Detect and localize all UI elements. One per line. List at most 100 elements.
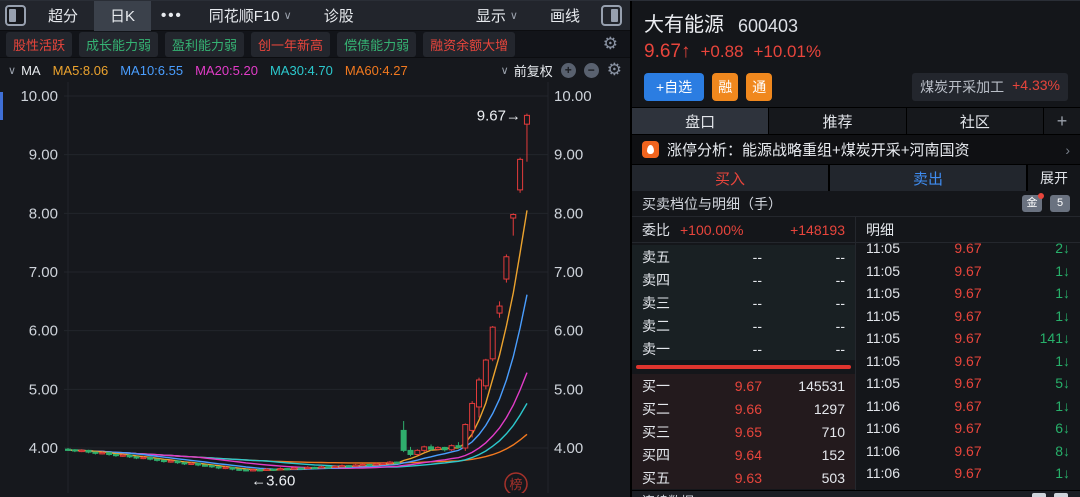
stock-tag[interactable]: 成长能力弱 [79,32,158,57]
sell-level-row[interactable]: 卖四---- [632,268,855,291]
candle-body [449,446,454,450]
zoom-in-icon[interactable]: + [561,63,576,78]
add-tab-button[interactable]: + [1044,108,1080,134]
tick-volume: 1↓ [1014,398,1070,414]
stock-tag[interactable]: 偿债能力弱 [337,32,416,57]
buy-level-row[interactable]: 买四9.64152 [632,443,855,466]
level-price: 9.63 [686,470,762,486]
tick-volume: 141↓ [1014,330,1070,346]
tick-row: 11:059.671↓ [856,282,1080,305]
candle-body [285,469,290,470]
ma-legend-value: MA30:4.70 [270,63,333,78]
price-levels-column[interactable]: 卖五----卖四----卖三----卖二----卖一----买一9.671455… [632,243,855,490]
toolbar-item-1[interactable]: 超分 [32,1,94,31]
candle-body [360,464,365,465]
sell-level-row[interactable]: 卖五---- [632,245,855,268]
sell-level-row[interactable]: 卖二---- [632,314,855,337]
stock-tag[interactable]: 股性活跃 [6,32,72,57]
toolbar-item-label: 画线 [550,5,580,26]
candle-body [264,469,269,470]
tick-time: 11:05 [866,330,922,346]
level-price: 9.67 [686,378,762,394]
gold-badge-icon[interactable]: 金 [1022,195,1042,212]
tab-盘口[interactable]: 盘口 [632,108,769,134]
adjust-mode-dropdown[interactable]: ∨前复权 [501,61,553,80]
candle-body [490,327,495,359]
buy-level-row[interactable]: 买三9.65710 [632,420,855,443]
stock-tag[interactable]: 盈利能力弱 [165,32,244,57]
candle-body [483,360,488,386]
tick-time: 11:06 [866,420,922,436]
candle-body [66,449,71,450]
toolbar-item-3[interactable]: ••• [151,1,193,31]
candle-body [312,467,317,468]
weibi-value: +148193 [790,222,845,238]
price-change-pct: +10.01% [754,42,822,62]
toolbar-item-5[interactable]: 诊股 [308,1,370,31]
kline-chart[interactable]: 4.004.005.005.006.006.007.007.008.008.00… [0,82,630,493]
action-row: +自选 融 通 煤炭开采加工 +4.33% [632,67,1080,107]
buy-button[interactable]: 买入 [632,165,828,191]
toolbar-item-label: 显示 [476,5,506,26]
y-axis-label-left: 6.00 [29,323,58,340]
sector-change: +4.33% [1012,77,1060,97]
sell-level-row[interactable]: 卖三---- [632,291,855,314]
buy-level-row[interactable]: 买五9.63503 [632,466,855,489]
tab-推荐[interactable]: 推荐 [769,108,906,134]
candlestick-chart-canvas[interactable]: 4.004.005.005.006.006.007.007.008.008.00… [0,82,630,497]
level-count-badge[interactable]: 5 [1050,195,1070,212]
chevron-right-icon: › [1065,142,1070,158]
level-price: -- [686,341,762,357]
candle-body [456,446,461,448]
candle-body [504,257,509,279]
up-arrow-icon: ↑ [681,41,691,62]
stock-tag[interactable]: 创一年新高 [251,32,330,57]
tick-volume: 1↓ [1014,353,1070,369]
tick-detail-column[interactable]: 11:059.672↓11:059.671↓11:059.671↓11:059.… [855,243,1080,490]
collapse-left-panel-icon[interactable] [5,5,26,26]
zoom-out-icon[interactable]: − [584,63,599,78]
y-axis-label-right: 4.00 [554,440,583,457]
expand-button[interactable]: 展开 [1028,165,1080,191]
ma-legend-value: MA20:5.20 [195,63,258,78]
level-label: 卖四 [642,270,686,290]
tab-社区[interactable]: 社区 [907,108,1044,134]
tick-price: 9.67 [922,353,1014,369]
chart-settings-gear-icon[interactable]: ⚙ [607,60,622,80]
collapse-right-panel-icon[interactable] [601,5,622,26]
y-axis-label-right: 8.00 [554,205,583,222]
level-label: 买二 [642,399,686,419]
connect-badge[interactable]: 通 [746,73,772,101]
toolbar-item-4[interactable]: 同花顺F10∨ [193,1,308,31]
toolbar-item-2[interactable]: 日K [94,1,151,31]
weibi-percent: +100.00% [680,222,743,238]
sell-button[interactable]: 卖出 [830,165,1026,191]
limit-up-analysis-icon [642,141,659,158]
candle-body [134,457,139,458]
limit-up-analysis-row[interactable]: 涨停分析：能源战略重组+煤炭开采+河南国资 › [632,135,1080,165]
buy-level-row[interactable]: 买一9.67145531 [632,374,855,397]
buy-level-row[interactable]: 买二9.661297 [632,397,855,420]
tick-row: 11:069.671↓ [856,395,1080,418]
margin-badge[interactable]: 融 [712,73,738,101]
tick-price: 9.67 [922,263,1014,279]
candle-body [367,464,372,465]
sector-link[interactable]: 煤炭开采加工 +4.33% [912,73,1068,101]
toolbar-item-7[interactable]: 画线 [534,1,596,31]
stock-tag[interactable]: 融资余额大增 [423,32,515,57]
add-watchlist-button[interactable]: +自选 [644,73,704,101]
y-axis-label-right: 9.00 [554,147,583,164]
level-volume: -- [762,318,845,334]
tick-row: 11:059.67141↓ [856,327,1080,350]
ma-group-toggle[interactable]: ∨MA [8,63,41,78]
sell-level-row[interactable]: 卖一---- [632,337,855,360]
tags-settings-gear-icon[interactable]: ⚙ [603,34,618,54]
tick-volume: 1↓ [1014,285,1070,301]
candle-body [470,403,475,430]
candle-body [333,466,338,467]
next-section-label: 连续数据 [642,493,694,497]
tick-row: 11:059.672↓ [856,243,1080,260]
toolbar-item-6[interactable]: 显示∨ [460,1,534,31]
candle-body [497,306,502,313]
candle-body [394,462,399,463]
